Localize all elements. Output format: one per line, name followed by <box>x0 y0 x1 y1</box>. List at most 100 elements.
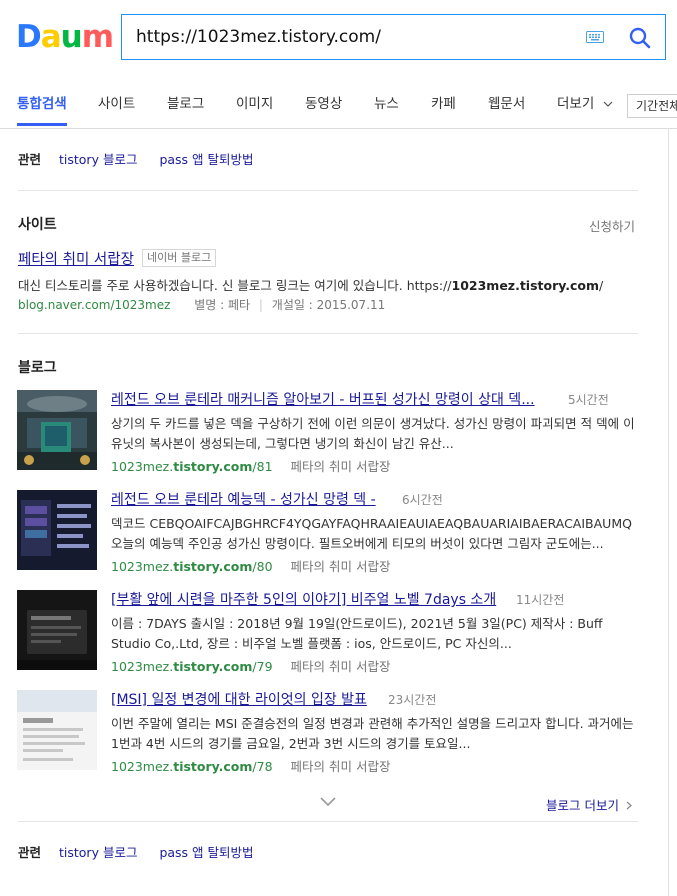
blog-title[interactable]: [MSI] 일정 변경에 대한 라이엇의 입장 발표 <box>111 689 367 709</box>
tab-more-label: 더보기 <box>557 96 595 112</box>
blog-result: 레전드 오브 룬테라 매커니즘 알아보기 - 버프된 성가신 망령이 상대 덱.… <box>17 389 637 475</box>
blog-name[interactable]: 페타의 취미 서랍장 <box>291 659 391 674</box>
blog-name[interactable]: 페타의 취미 서랍장 <box>291 759 391 774</box>
tab-webdoc[interactable]: 웹문서 <box>488 82 525 128</box>
blog-time: 6시간전 <box>402 493 443 507</box>
apply-link[interactable]: 신청하기 <box>589 216 635 235</box>
blog-url-pre: 1023mez. <box>111 559 174 574</box>
site-badge: 네이버 블로그 <box>142 249 217 267</box>
blog-description: 상기의 두 카드를 넣은 덱을 구상하기 전에 이런 의문이 생겨났다. 성가신… <box>111 416 635 451</box>
blog-url-post: /79 <box>252 659 273 674</box>
blog-url[interactable]: 1023mez.tistory.com/81 <box>111 459 273 474</box>
blog-url-bold: tistory.com <box>173 759 253 774</box>
site-desc-prefix: 대신 티스토리를 주로 사용하겠습니다. 신 블로그 링크는 여기에 있습니다.… <box>18 278 452 293</box>
blog-name[interactable]: 페타의 취미 서랍장 <box>291 459 391 474</box>
site-section-title: 사이트 <box>18 217 57 233</box>
site-desc-bold: 1023mez.tistory.com <box>451 278 600 293</box>
daum-logo[interactable]: D a u m <box>16 19 114 55</box>
blog-section-title: 블로그 <box>18 360 57 376</box>
blog-description: 이번 주말에 열리는 MSI 준결승전의 일정 변경과 관련해 추가적인 설명을… <box>111 716 634 751</box>
separator: | <box>258 298 263 312</box>
blog-title[interactable]: 레전드 오브 룬테라 매커니즘 알아보기 - 버프된 성가신 망령이 상대 덱.… <box>111 389 535 409</box>
logo-letter-d: D <box>16 19 42 55</box>
app-thumbnail-image <box>17 590 97 670</box>
site-opened: 개설일 : 2015.07.11 <box>271 298 386 312</box>
tab-video[interactable]: 동영상 <box>305 82 342 128</box>
blog-thumbnail[interactable] <box>17 690 97 770</box>
related-searches-bottom: 관련 tistory 블로그 pass 앱 탈퇴방법 <box>18 843 272 863</box>
blog-result: [부활 앞에 시련을 마주한 5인의 이야기] 비주얼 노벨 7days 소개 … <box>17 589 637 675</box>
blog-url-pre: 1023mez. <box>111 459 174 474</box>
blog-more-link[interactable]: 블로그 더보기 <box>546 795 632 814</box>
tab-news[interactable]: 뉴스 <box>374 82 399 128</box>
related-searches-top: 관련 tistory 블로그 pass 앱 탈퇴방법 <box>18 150 272 170</box>
tab-blog[interactable]: 블로그 <box>167 82 204 128</box>
tab-more[interactable]: 더보기 <box>557 82 613 128</box>
site-alias: 별명 : 페타 <box>194 298 251 312</box>
chevron-right-icon <box>626 801 632 810</box>
divider <box>18 333 638 334</box>
blog-url-post: /78 <box>252 759 273 774</box>
tab-image[interactable]: 이미지 <box>236 82 273 128</box>
blog-thumbnail[interactable] <box>17 390 97 470</box>
blog-result: [MSI] 일정 변경에 대한 라이엇의 입장 발표 23시간전 이번 주말에 … <box>17 689 637 775</box>
blog-meta: 1023mez.tistory.com/78 페타의 취미 서랍장 <box>111 756 390 775</box>
logo-letter-u: u <box>60 19 83 55</box>
blog-description: 이름 : 7DAYS 출시일 : 2018년 9월 19일(안드로이드), 20… <box>111 616 603 651</box>
divider <box>18 821 638 822</box>
game-thumbnail-image <box>17 390 97 470</box>
blog-meta: 1023mez.tistory.com/80 페타의 취미 서랍장 <box>111 556 390 575</box>
related-link-tistory[interactable]: tistory 블로그 <box>59 845 137 860</box>
related-link-pass[interactable]: pass 앱 탈퇴방법 <box>159 845 253 860</box>
search-box <box>121 14 666 60</box>
chevron-down-icon <box>603 101 612 107</box>
blog-title[interactable]: 레전드 오브 룬테라 예능덱 - 성가신 망령 덱 - <box>111 489 376 509</box>
blog-url-post: /81 <box>252 459 273 474</box>
expand-chevron-icon[interactable] <box>318 795 338 809</box>
blog-more-label: 블로그 더보기 <box>546 798 619 813</box>
blog-thumbnail[interactable] <box>17 590 97 670</box>
blog-url[interactable]: 1023mez.tistory.com/79 <box>111 659 273 674</box>
logo-letter-m: m <box>81 19 114 55</box>
blog-url[interactable]: 1023mez.tistory.com/80 <box>111 559 273 574</box>
blog-url-pre: 1023mez. <box>111 659 174 674</box>
search-input[interactable] <box>136 15 556 59</box>
blog-url-bold: tistory.com <box>173 559 253 574</box>
site-meta: blog.naver.com/1023mez 별명 : 페타 | 개설일 : 2… <box>18 296 385 313</box>
blog-name[interactable]: 페타의 취미 서랍장 <box>291 559 391 574</box>
blog-url-bold: tistory.com <box>173 659 253 674</box>
blog-time: 11시간전 <box>516 593 565 607</box>
blog-thumbnail[interactable] <box>17 490 97 570</box>
blog-time: 5시간전 <box>568 393 609 407</box>
logo-letter-a: a <box>40 19 62 55</box>
blog-title[interactable]: [부활 앞에 시련을 마주한 5인의 이야기] 비주얼 노벨 7days 소개 <box>111 589 496 609</box>
blog-result: 레전드 오브 룬테라 예능덱 - 성가신 망령 덱 - 6시간전 덱코드 CEB… <box>17 489 637 575</box>
blog-url-post: /80 <box>252 559 273 574</box>
right-border <box>668 128 669 896</box>
search-tabs: 통합검색 사이트 블로그 이미지 동영상 뉴스 카페 웹문서 더보기 기간전체 <box>0 82 677 129</box>
divider <box>18 190 638 191</box>
site-url[interactable]: blog.naver.com/1023mez <box>18 298 170 312</box>
tab-all[interactable]: 통합검색 <box>17 82 67 126</box>
header: D a u m <box>0 0 677 82</box>
blog-description: 덱코드 CEBQOAIFCAJBGHRCF4YQGAYFAQHRAAIEAUIA… <box>111 516 632 551</box>
blog-meta: 1023mez.tistory.com/81 페타의 취미 서랍장 <box>111 456 390 475</box>
related-label: 관련 <box>18 152 42 167</box>
blog-time: 23시간전 <box>388 693 437 707</box>
period-filter[interactable]: 기간전체 <box>627 94 677 118</box>
site-desc-suffix: / <box>599 278 604 293</box>
tab-cafe[interactable]: 카페 <box>431 82 456 128</box>
site-result-title[interactable]: 페타의 취미 서랍장 <box>18 248 134 269</box>
tab-site[interactable]: 사이트 <box>98 82 135 128</box>
keyboard-icon[interactable] <box>586 31 604 43</box>
related-link-tistory[interactable]: tistory 블로그 <box>59 152 137 167</box>
blog-url-bold: tistory.com <box>173 459 253 474</box>
site-description: 대신 티스토리를 주로 사용하겠습니다. 신 블로그 링크는 여기에 있습니다.… <box>18 275 638 294</box>
related-label: 관련 <box>18 845 42 860</box>
deck-thumbnail-image <box>17 490 97 570</box>
search-icon[interactable] <box>627 25 653 51</box>
blog-meta: 1023mez.tistory.com/79 페타의 취미 서랍장 <box>111 656 390 675</box>
blog-url-pre: 1023mez. <box>111 759 174 774</box>
blog-url[interactable]: 1023mez.tistory.com/78 <box>111 759 273 774</box>
related-link-pass[interactable]: pass 앱 탈퇴방법 <box>159 152 253 167</box>
